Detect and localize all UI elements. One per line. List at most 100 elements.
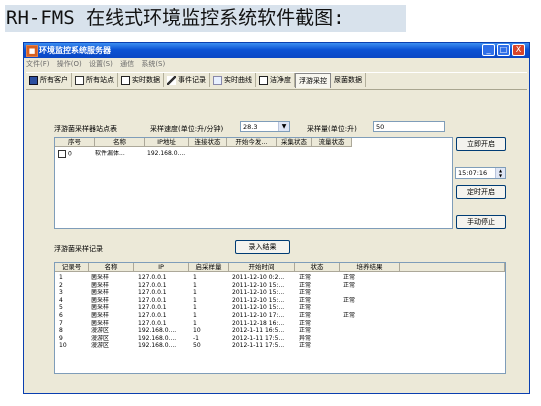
record-status: 正常 (299, 296, 312, 304)
box-icon (259, 75, 268, 85)
record-start-time: 2012-1-11 17:5... (232, 342, 285, 350)
table-row[interactable]: 10 漫游区 192.168.0.... 50 2012-1-11 17:5... 正常 (55, 342, 505, 349)
site-icon (75, 75, 84, 85)
minimize-button[interactable]: _ (482, 44, 495, 56)
speed-select[interactable]: 28.3 ▼ (240, 121, 290, 132)
col-header[interactable]: 采集状态 (277, 138, 312, 147)
col-header[interactable]: 培养结果 (340, 263, 400, 272)
record-ip: 127.0.0.1 (138, 274, 167, 281)
col-header[interactable]: 状态 (295, 263, 340, 272)
tab-bacteria-data[interactable]: 尿菌数据 (331, 73, 366, 87)
record-ip: 127.0.0.1 (138, 281, 167, 289)
record-result: 正常 (343, 274, 356, 281)
close-button[interactable]: X (512, 44, 525, 56)
table-row[interactable]: 2 菌采样 127.0.0.1 1 2011-12-10 15:... 正常 正常 (55, 282, 505, 289)
record-status: 正常 (299, 274, 312, 281)
record-status: 正常 (299, 342, 312, 350)
record-no: 7 (59, 319, 63, 327)
menu-comm[interactable]: 通信 (120, 60, 134, 68)
record-ip: 192.168.0.... (138, 334, 177, 342)
table-row[interactable]: 8 漫游区 192.168.0.... 10 2012-1-11 16:5... 正常 (55, 327, 505, 334)
row-ip: 192.168.0.... (147, 150, 186, 157)
tool-label: 所有站点 (86, 76, 114, 84)
spin-arrows-icon[interactable]: ▲ ▼ (495, 168, 505, 178)
record-status: 正常 (299, 304, 312, 312)
volume-label: 采样量(单位:升) (307, 125, 357, 133)
sampler-list[interactable]: 序号 名称 IP地址 连接状态 开始今发... 采集状态 流量状态 0 软件漏体… (54, 137, 453, 229)
col-header[interactable]: IP (134, 263, 189, 272)
maximize-button[interactable]: □ (497, 44, 510, 56)
col-header[interactable]: 记录号 (55, 263, 89, 272)
table-row[interactable]: 5 菌采样 127.0.0.1 1 2011-12-10 15:... 正常 (55, 304, 505, 311)
table-row[interactable]: 1 菌采样 127.0.0.1 1 2011-12-10 0:2... 正常 正常 (55, 274, 505, 281)
col-header[interactable]: 开始今发... (227, 138, 277, 147)
record-name: 菌采样 (91, 281, 110, 289)
tool-label: 事件记录 (178, 76, 206, 84)
record-ip: 192.168.0.... (138, 342, 177, 350)
record-name: 漫游区 (91, 342, 110, 350)
sampler-list-label: 浮游菌采样器站点表 (54, 125, 117, 133)
export-result-button[interactable]: 录入结果 (235, 240, 290, 254)
col-header[interactable]: IP地址 (145, 138, 189, 147)
col-header[interactable]: 名称 (89, 263, 134, 272)
menu-system[interactable]: 系统(S) (141, 60, 165, 68)
record-status: 异常 (299, 334, 312, 342)
col-header[interactable]: 名称 (95, 138, 145, 147)
tool-realtime-curve[interactable]: 实时曲线 (210, 73, 256, 87)
timed-start-button[interactable]: 定时开启 (456, 185, 506, 199)
record-ip: 127.0.0.1 (138, 296, 167, 304)
record-name: 菌采样 (91, 319, 110, 327)
record-result: 正常 (343, 312, 356, 319)
toolbar: 所有客户 所有站点 实时数据 事件记录 实时曲线 洁净度 浮游采控 尿菌数据 (26, 72, 527, 90)
tool-realtime-data[interactable]: 实时数据 (118, 73, 164, 87)
record-volume: 1 (193, 281, 197, 289)
record-no: 3 (59, 289, 63, 297)
record-volume: 1 (193, 274, 197, 281)
table-row[interactable]: 7 菌采样 127.0.0.1 1 2011-12-18 16:... 正常 (55, 320, 505, 327)
table-row[interactable]: 6 菌采样 127.0.0.1 1 2011-12-10 17:... 正常 正常 (55, 312, 505, 319)
table-row[interactable]: 4 菌采样 127.0.0.1 1 2011-12-10 15:... 正常 正常 (55, 297, 505, 304)
list-item[interactable]: 0 (58, 150, 72, 158)
tool-all-clients[interactable]: 所有客户 (26, 73, 72, 87)
tab-floating-sampling[interactable]: 浮游采控 (295, 73, 331, 88)
col-header (400, 263, 505, 272)
record-result: 正常 (343, 296, 356, 304)
record-volume: 1 (193, 304, 197, 312)
record-no: 2 (59, 281, 63, 289)
menu-settings[interactable]: 设置(S) (89, 60, 113, 68)
time-value: 15:07:16 (458, 169, 488, 177)
manual-stop-button[interactable]: 手动停止 (456, 215, 506, 229)
col-header[interactable]: 启采样量 (189, 263, 229, 272)
col-header[interactable]: 开始时间 (229, 263, 295, 272)
record-no: 4 (59, 296, 63, 304)
print-start-button[interactable]: 立即开启 (456, 137, 506, 151)
record-result: 正常 (343, 281, 356, 289)
checkbox[interactable] (58, 150, 66, 158)
record-status: 正常 (299, 281, 312, 289)
tool-label: 实时数据 (132, 76, 160, 84)
table-row[interactable]: 9 漫游区 192.168.0.... -1 2012-1-11 17:5... 异常 (55, 335, 505, 342)
record-volume: 50 (193, 342, 201, 350)
tool-event-log[interactable]: 事件记录 (164, 73, 210, 87)
record-start-time: 2012-1-11 17:5... (232, 334, 285, 342)
col-header[interactable]: 序号 (55, 138, 95, 147)
menu-operate[interactable]: 操作(O) (57, 60, 82, 68)
table-row[interactable]: 3 菌采样 127.0.0.1 1 2011-12-10 15:... 正常 (55, 289, 505, 296)
records-table[interactable]: 记录号 名称 IP 启采样量 开始时间 状态 培养结果 1 菌采样 127.0.0.… (54, 262, 506, 374)
record-name: 菌采样 (91, 304, 110, 312)
record-no: 5 (59, 304, 63, 312)
record-start-time: 2011-12-10 15:... (232, 281, 285, 289)
time-spinner[interactable]: 15:07:16 ▲ ▼ (455, 167, 506, 179)
record-volume: 1 (193, 296, 197, 304)
record-name: 漫游区 (91, 327, 110, 335)
chevron-down-icon[interactable]: ▼ (278, 122, 289, 131)
col-header[interactable]: 流量状态 (312, 138, 352, 147)
speed-label: 采样速度(单位:升/分钟) (150, 125, 224, 133)
tool-label: 浮游采控 (299, 77, 327, 85)
col-header[interactable]: 连接状态 (189, 138, 227, 147)
tool-all-sites[interactable]: 所有站点 (72, 73, 118, 87)
volume-input[interactable]: 50 (373, 121, 445, 132)
menu-file[interactable]: 文件(F) (26, 60, 50, 68)
tool-cleanliness[interactable]: 洁净度 (256, 73, 295, 87)
tool-label: 所有客户 (40, 76, 68, 84)
